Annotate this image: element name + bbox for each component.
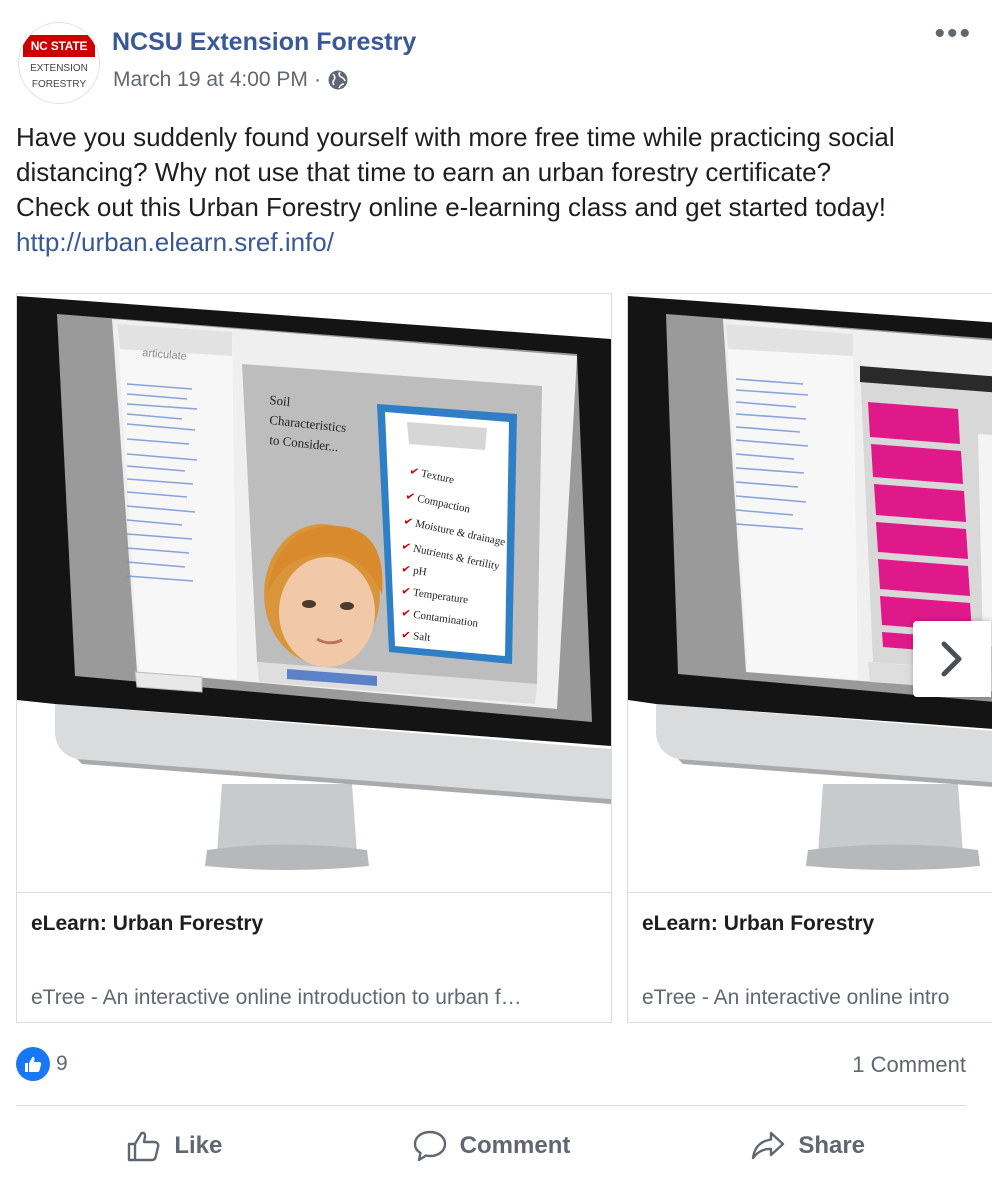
comment-label: Comment [459, 1132, 571, 1159]
share-label: Share [798, 1132, 866, 1159]
card-divider [17, 892, 611, 893]
post-text-line: Have you suddenly found yourself with mo… [16, 122, 895, 152]
share-button[interactable]: Share [649, 1118, 966, 1174]
share-arrow-icon [752, 1131, 785, 1160]
meta-separator: · [313, 68, 321, 91]
action-bar: Like Comment Share [16, 1118, 966, 1174]
post-link[interactable]: http://urban.elearn.sref.info/ [16, 225, 976, 260]
carousel-next-button[interactable] [913, 621, 991, 697]
post-text-line: Check out this Urban Forestry online e-l… [16, 192, 887, 222]
like-button[interactable]: Like [16, 1118, 333, 1174]
thumbs-up-icon [128, 1131, 160, 1162]
link-carousel: articulate Soil Characteristics to Consi… [16, 293, 992, 1025]
carousel-card[interactable]: articulate Soil Characteristics to Consi… [16, 293, 612, 1023]
card-description[interactable]: eTree - An interactive online introducti… [31, 986, 591, 1010]
avatar-line-forestry: FORESTRY [31, 79, 87, 90]
reaction-summary[interactable]: 9 [16, 1047, 68, 1081]
card-title[interactable]: eLearn: Urban Forestry [31, 912, 263, 936]
post-timestamp[interactable]: March 19 at 4:00 PM [113, 68, 308, 92]
comment-bubble-icon [413, 1130, 446, 1162]
like-count[interactable]: 9 [56, 1052, 68, 1076]
page-avatar[interactable]: NC STATE EXTENSION FORESTRY [18, 22, 100, 104]
page-name-link[interactable]: NCSU Extension Forestry [112, 28, 416, 57]
card-image-monitor[interactable]: articulate Soil Characteristics to Consi… [17, 294, 611, 892]
comment-button[interactable]: Comment [333, 1118, 650, 1174]
like-reaction-icon [16, 1047, 50, 1081]
comment-count-link[interactable]: 1 Comment [852, 1052, 966, 1078]
post-text-line: distancing? Why not use that time to ear… [16, 157, 832, 187]
globe-icon[interactable] [327, 69, 349, 91]
post-meta: March 19 at 4:00 PM · [113, 68, 349, 92]
like-label: Like [174, 1132, 223, 1159]
more-options-icon[interactable]: ••• [934, 19, 972, 49]
card-description[interactable]: eTree - An interactive online intro [642, 986, 992, 1010]
card-title[interactable]: eLearn: Urban Forestry [642, 912, 874, 936]
actions-divider [16, 1105, 966, 1106]
card-image-monitor[interactable] [628, 294, 992, 892]
facebook-post: NC STATE EXTENSION FORESTRY NCSU Extensi… [0, 0, 992, 1190]
nc-state-logo: NC STATE [23, 35, 95, 57]
post-message: Have you suddenly found yourself with mo… [16, 120, 976, 260]
avatar-line-extension: EXTENSION [30, 63, 88, 74]
svg-text:Soil: Soil [269, 392, 292, 409]
chevron-right-icon [941, 641, 962, 677]
card-divider [628, 892, 992, 893]
